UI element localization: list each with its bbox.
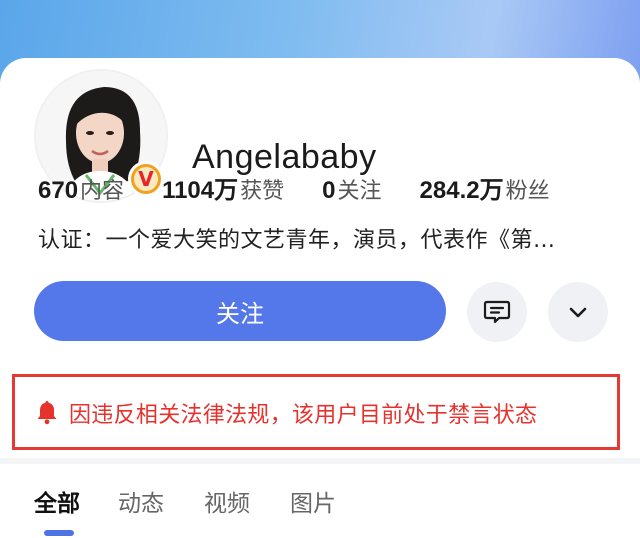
stat-number: 670	[38, 177, 79, 204]
ban-notice: 因违反相关法律法规，该用户目前处于禁言状态	[12, 374, 620, 450]
stats-row: 670 内容 1104万 获赞 0 关注 284.2万 粉丝	[38, 170, 588, 206]
tab-all[interactable]: 全部	[34, 484, 80, 518]
ban-notice-text: 因违反相关法律法规，该用户目前处于禁言状态	[69, 403, 538, 428]
stat-likes[interactable]: 1104万 获赞	[162, 170, 284, 205]
message-icon	[483, 300, 511, 324]
stat-label: 关注	[337, 179, 382, 204]
stat-following[interactable]: 0 关注	[322, 173, 381, 205]
stat-label: 内容	[80, 179, 125, 204]
active-tab-indicator	[44, 530, 74, 536]
stat-number: 1104万	[162, 177, 239, 204]
stat-content[interactable]: 670 内容	[38, 173, 124, 205]
stat-number: 0	[322, 177, 336, 204]
tab-videos[interactable]: 视频	[204, 484, 250, 518]
stat-followers[interactable]: 284.2万 粉丝	[420, 170, 550, 205]
message-button[interactable]	[467, 282, 527, 342]
content-tabs: 全部 动态 视频 图片	[0, 478, 640, 538]
tab-updates[interactable]: 动态	[118, 484, 164, 518]
follow-button[interactable]: 关注	[34, 281, 446, 341]
more-options-button[interactable]	[548, 282, 608, 342]
tab-images[interactable]: 图片	[290, 484, 336, 518]
stat-label: 获赞	[240, 179, 285, 204]
bio-text[interactable]: 认证：一个爱大笑的文艺青年，演员，代表作《第…	[38, 222, 598, 254]
stat-number: 284.2万	[419, 177, 504, 204]
stat-label: 粉丝	[505, 179, 550, 204]
chevron-down-icon	[569, 307, 587, 318]
bell-icon	[37, 401, 57, 425]
section-divider	[0, 458, 640, 464]
